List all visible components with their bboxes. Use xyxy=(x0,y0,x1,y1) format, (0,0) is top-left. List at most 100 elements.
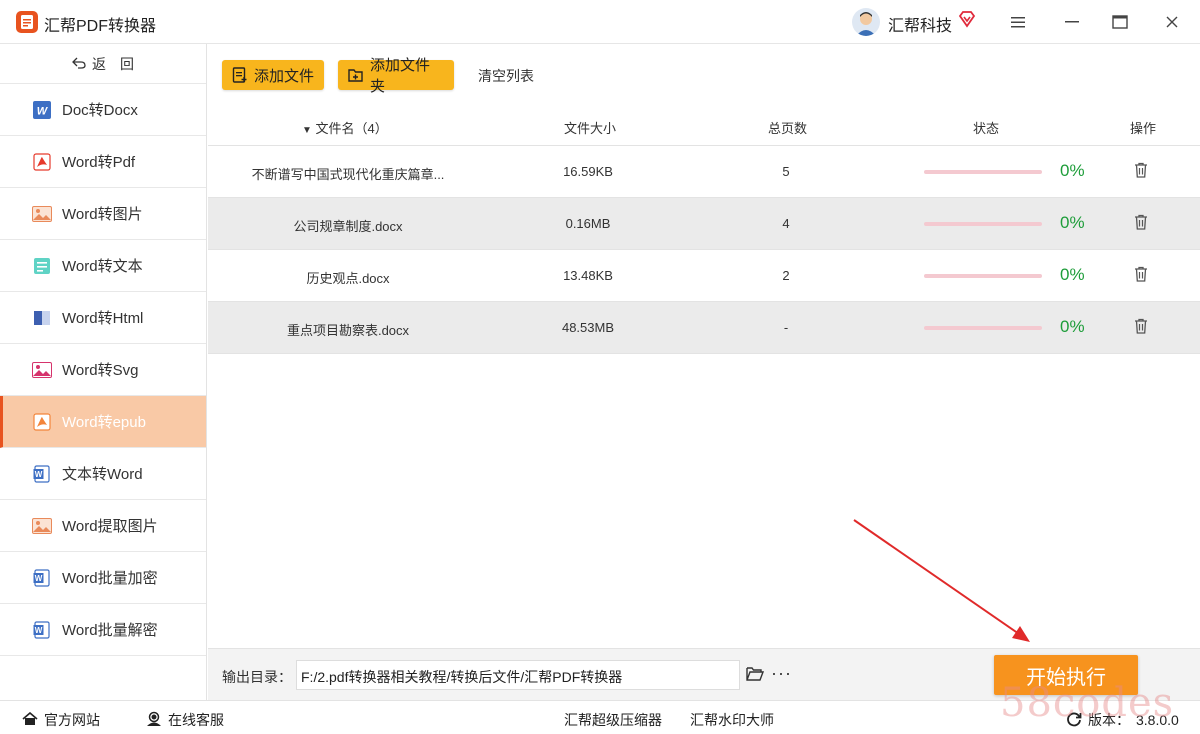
svg-text:W: W xyxy=(35,626,43,635)
column-header-size: 文件大小 xyxy=(564,121,617,136)
sidebar-item-label: Word转Html xyxy=(62,310,144,327)
official-site-link[interactable]: 官方网站 xyxy=(22,710,100,730)
sidebar-item-label: Word转Svg xyxy=(62,362,139,379)
trash-icon[interactable] xyxy=(1134,266,1148,285)
page-count: - xyxy=(783,320,789,335)
page-count: 4 xyxy=(782,216,790,231)
word-doc-icon: W xyxy=(32,620,52,640)
sidebar-item-word-to-pdf[interactable]: Word转Pdf xyxy=(0,136,206,188)
html-icon xyxy=(32,308,52,328)
user-name[interactable]: 汇帮科技 xyxy=(888,12,952,36)
open-folder-icon[interactable] xyxy=(746,666,765,685)
app-title: 汇帮PDF转换器 xyxy=(44,18,157,35)
file-size: 0.16MB xyxy=(565,216,611,231)
sidebar-item-label: Word转文本 xyxy=(62,258,143,275)
maximize-icon[interactable] xyxy=(1108,10,1132,34)
progress-bar xyxy=(924,326,1042,330)
trash-icon[interactable] xyxy=(1134,214,1148,233)
sidebar: 返 回 W Doc转Docx Word转Pdf Word转图片 Word转文本 … xyxy=(0,44,207,700)
svg-icon xyxy=(32,360,52,380)
progress-percent: 0% xyxy=(1060,213,1085,232)
sidebar-item-word-to-epub[interactable]: Word转epub xyxy=(0,396,206,448)
sidebar-item-label: Word批量加密 xyxy=(62,570,158,587)
table-row[interactable]: 不断谱写中国式现代化重庆篇章... 16.59KB 5 0% xyxy=(208,146,1200,198)
progress-bar xyxy=(924,170,1042,174)
table-row[interactable]: 历史观点.docx 13.48KB 2 0% xyxy=(208,250,1200,302)
file-name: 公司规章制度.docx xyxy=(293,219,403,234)
sidebar-item-label: Word转Pdf xyxy=(62,154,136,171)
progress-percent: 0% xyxy=(1060,161,1085,180)
file-name: 重点项目勘察表.docx xyxy=(286,323,410,338)
menu-icon[interactable] xyxy=(1006,10,1030,34)
sidebar-item-word-extract-image[interactable]: Word提取图片 xyxy=(0,500,206,552)
toolbar: 添加文件 添加文件夹 清空列表 xyxy=(208,44,1200,106)
file-size: 48.53MB xyxy=(561,320,615,335)
page-count: 2 xyxy=(782,268,790,283)
word-icon: W xyxy=(32,100,52,120)
table-row[interactable]: 公司规章制度.docx 0.16MB 4 0% xyxy=(208,198,1200,250)
home-icon xyxy=(22,711,38,729)
clear-list-button[interactable]: 清空列表 xyxy=(478,66,534,86)
epub-icon xyxy=(32,412,52,432)
file-name: 历史观点.docx xyxy=(306,271,390,286)
back-label: 返 回 xyxy=(92,55,134,72)
add-file-button[interactable]: 添加文件 xyxy=(222,60,324,90)
svg-text:W: W xyxy=(35,470,43,479)
table-row[interactable]: 重点项目勘察表.docx 48.53MB - 0% xyxy=(208,302,1200,354)
annotation-arrow-icon xyxy=(853,519,1030,642)
svg-text:W: W xyxy=(35,574,43,583)
back-button[interactable]: 返 回 xyxy=(0,44,206,84)
output-dir-label: 输出目录： xyxy=(222,669,292,685)
more-options-icon[interactable]: ··· xyxy=(771,663,792,684)
sort-down-icon: ▼ xyxy=(302,125,312,136)
support-agent-icon xyxy=(146,711,162,729)
progress-bar xyxy=(924,222,1042,226)
pdf-icon xyxy=(32,152,52,172)
sidebar-item-word-batch-decrypt[interactable]: W Word批量解密 xyxy=(0,604,206,656)
sidebar-item-word-to-html[interactable]: Word转Html xyxy=(0,292,206,344)
file-name: 不断谱写中国式现代化重庆篇章... xyxy=(251,167,445,182)
file-table-header: ▼ 文件名（4） 文件大小 总页数 状态 操作 xyxy=(208,106,1200,146)
sidebar-item-text-to-word[interactable]: W 文本转Word xyxy=(0,448,206,500)
column-header-name[interactable]: ▼ 文件名（4） xyxy=(302,118,388,137)
add-folder-button[interactable]: 添加文件夹 xyxy=(338,57,454,95)
sidebar-item-word-to-image[interactable]: Word转图片 xyxy=(0,188,206,240)
image-icon xyxy=(32,516,52,536)
progress-bar xyxy=(924,274,1042,278)
vip-diamond-icon[interactable] xyxy=(958,10,976,31)
sidebar-item-doc-to-docx[interactable]: W Doc转Docx xyxy=(0,84,206,136)
title-bar: 汇帮PDF转换器 汇帮科技 xyxy=(0,0,1200,44)
watermark-master-link[interactable]: 汇帮水印大师 xyxy=(690,710,774,730)
file-size: 16.59KB xyxy=(563,164,613,179)
sidebar-item-label: Word批量解密 xyxy=(62,622,158,639)
sidebar-item-word-to-text[interactable]: Word转文本 xyxy=(0,240,206,292)
super-compressor-link[interactable]: 汇帮超级压缩器 xyxy=(564,710,662,730)
column-header-pages: 总页数 xyxy=(768,121,808,136)
file-size: 13.48KB xyxy=(563,268,613,283)
sidebar-item-word-batch-encrypt[interactable]: W Word批量加密 xyxy=(0,552,206,604)
output-path-field[interactable]: F:/2.pdf转换器相关教程/转换后文件/汇帮PDF转换器 xyxy=(296,660,740,690)
user-avatar[interactable] xyxy=(852,8,880,36)
text-icon xyxy=(32,256,52,276)
trash-icon[interactable] xyxy=(1134,318,1148,337)
site-watermark: 58codes xyxy=(1000,680,1175,726)
sidebar-item-word-to-svg[interactable]: Word转Svg xyxy=(0,344,206,396)
sidebar-item-label: Word转epub xyxy=(62,414,146,431)
back-arrow-icon xyxy=(72,56,86,72)
page-count: 5 xyxy=(782,164,790,179)
close-icon[interactable] xyxy=(1160,10,1184,34)
sidebar-item-label: Doc转Docx xyxy=(62,102,138,119)
sidebar-item-label: Word转图片 xyxy=(62,206,143,223)
minimize-icon[interactable] xyxy=(1060,10,1084,34)
online-service-link[interactable]: 在线客服 xyxy=(146,710,224,730)
column-header-action: 操作 xyxy=(1130,121,1157,136)
app-logo-icon xyxy=(16,11,38,33)
sidebar-item-label: 文本转Word xyxy=(62,466,143,483)
svg-text:W: W xyxy=(37,105,49,117)
image-icon xyxy=(32,204,52,224)
add-folder-icon xyxy=(348,67,364,83)
trash-icon[interactable] xyxy=(1134,162,1148,181)
sidebar-item-label: Word提取图片 xyxy=(62,518,158,535)
column-header-status: 状态 xyxy=(973,121,1000,136)
progress-percent: 0% xyxy=(1060,317,1085,336)
